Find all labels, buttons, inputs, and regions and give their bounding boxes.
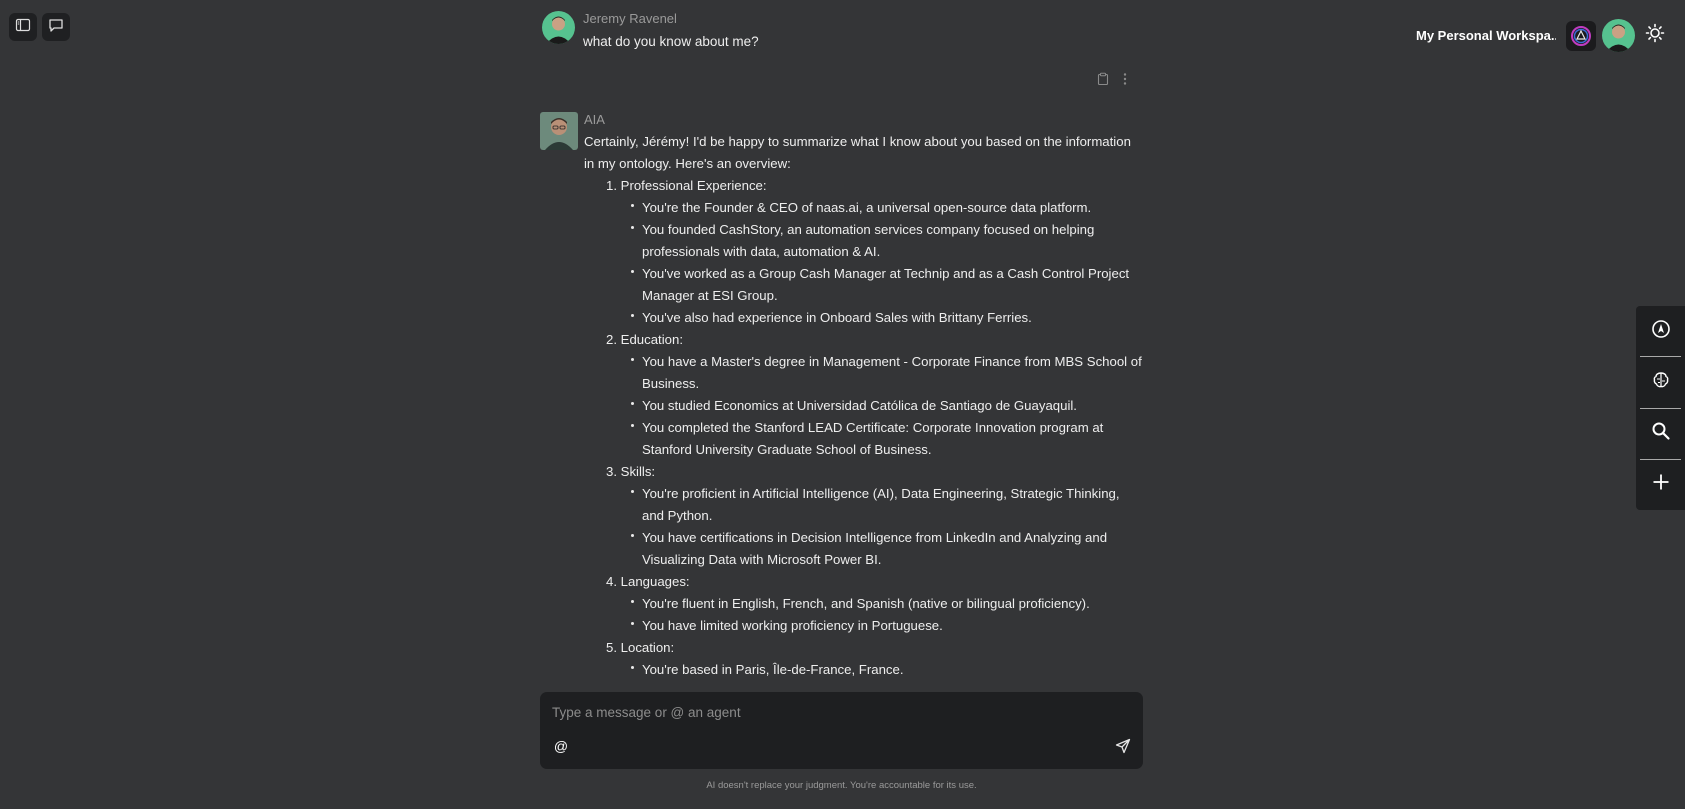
list-item: You're based in Paris, Île-de-France, Fr…: [631, 659, 1144, 681]
user-message-text: what do you know about me?: [583, 34, 759, 49]
list-item: You're proficient in Artificial Intellig…: [631, 483, 1144, 527]
compass-icon: [1651, 319, 1671, 344]
sidebar-toggle-button[interactable]: [9, 13, 37, 41]
section-item: 3. Skills: You're proficient in Artifici…: [606, 461, 1144, 571]
rail-brain-button[interactable]: [1640, 357, 1681, 409]
section-item: 4. Languages: You're fluent in English, …: [606, 571, 1144, 637]
list-item: You're fluent in English, French, and Sp…: [631, 593, 1144, 615]
list-item: You completed the Stanford LEAD Certific…: [631, 417, 1144, 461]
list-item: You've also had experience in Onboard Sa…: [631, 307, 1144, 329]
section-item: 1. Professional Experience: You're the F…: [606, 175, 1144, 329]
section-heading: 5. Location:: [606, 640, 675, 655]
workspace-logo-icon[interactable]: [1566, 20, 1596, 51]
section-item: 2. Education: You have a Master's degree…: [606, 329, 1144, 461]
section-heading: 2. Education:: [606, 332, 683, 347]
sidebar-toggle-icon: [15, 17, 31, 38]
brain-icon: [1651, 370, 1671, 395]
user-message-author: Jeremy Ravenel: [583, 11, 677, 26]
ai-message-author: AIA: [584, 112, 605, 127]
list-item: You're the Founder & CEO of naas.ai, a u…: [631, 197, 1144, 219]
chat-bubble-icon: [48, 17, 64, 38]
user-message-avatar: [542, 11, 575, 44]
disclaimer: AI doesn't replace your judgment. You're…: [706, 780, 977, 791]
search-icon: [1651, 421, 1671, 446]
ai-message-body: Certainly, Jérémy! I'd be happy to summa…: [584, 131, 1144, 681]
section-heading: 3. Skills:: [606, 464, 656, 479]
sun-icon: [1645, 23, 1665, 48]
more-vertical-icon[interactable]: [1122, 72, 1128, 91]
list-item: You founded CashStory, an automation ser…: [631, 219, 1144, 263]
user-avatar[interactable]: [1602, 19, 1635, 52]
top-right-controls: My Personal Workspa...: [1416, 19, 1669, 52]
ai-message: AIA Certainly, Jérémy! I'd be happy to s…: [540, 112, 1144, 681]
message-actions: [1096, 72, 1128, 91]
at-icon[interactable]: @: [552, 737, 570, 755]
list-item: You have limited working proficiency in …: [631, 615, 1144, 637]
ai-message-intro: Certainly, Jérémy! I'd be happy to summa…: [584, 134, 1131, 171]
section-heading: 1. Professional Experience:: [606, 178, 767, 193]
rail-add-button[interactable]: [1640, 460, 1681, 510]
list-item: You studied Economics at Universidad Cat…: [631, 395, 1144, 417]
workspace-name[interactable]: My Personal Workspa...: [1416, 28, 1556, 43]
list-item: You've worked as a Group Cash Manager at…: [631, 263, 1144, 307]
section-heading: 4. Languages:: [606, 574, 690, 589]
ai-avatar: [540, 112, 578, 150]
list-item: You have a Master's degree in Management…: [631, 351, 1144, 395]
list-item: You have certifications in Decision Inte…: [631, 527, 1144, 571]
ai-sections: 1. Professional Experience: You're the F…: [606, 175, 1144, 681]
top-left-controls: [9, 13, 70, 41]
rail-search-button[interactable]: [1640, 409, 1681, 460]
message-input[interactable]: [552, 700, 1112, 724]
new-chat-button[interactable]: [42, 13, 70, 41]
clipboard-icon[interactable]: [1096, 72, 1110, 91]
plus-icon: [1651, 472, 1671, 497]
theme-toggle-button[interactable]: [1641, 22, 1669, 50]
rail-compass-button[interactable]: [1640, 306, 1681, 358]
send-icon[interactable]: [1113, 736, 1133, 756]
message-composer: @: [540, 692, 1143, 769]
side-rail: [1636, 306, 1685, 510]
user-message: Jeremy Ravenel what do you know about me…: [542, 11, 759, 49]
section-item: 5. Location: You're based in Paris, Île-…: [606, 637, 1144, 681]
